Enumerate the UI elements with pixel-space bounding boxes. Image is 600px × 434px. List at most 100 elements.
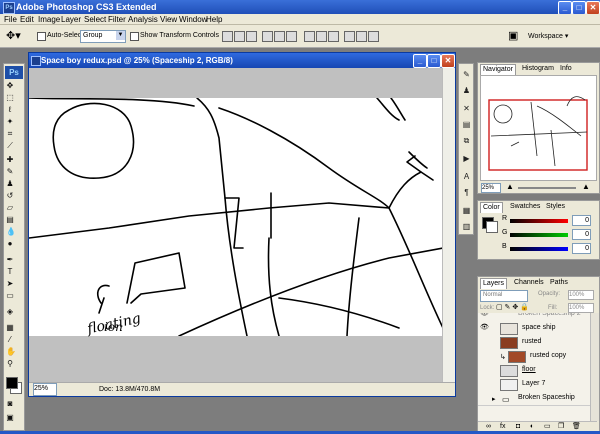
tab-histogram[interactable]: Histogram: [520, 64, 556, 74]
path-selection-tool-icon[interactable]: ➤: [6, 280, 14, 288]
history-brush-tool-icon[interactable]: ↺: [6, 192, 14, 200]
clone-stamp-tool-icon[interactable]: ♟: [6, 180, 14, 188]
menu-edit[interactable]: Edit: [20, 14, 34, 25]
actions-panel-icon[interactable]: ▶: [462, 154, 471, 163]
close-button[interactable]: ✕: [586, 1, 600, 15]
layer-row[interactable]: ▸ ▭ Broken Spaceship: [478, 391, 590, 406]
eyedropper-tool-icon[interactable]: ⁄: [6, 336, 14, 344]
crop-tool-icon[interactable]: ⌗: [6, 130, 14, 138]
menu-file[interactable]: File: [4, 14, 17, 25]
menu-layer[interactable]: Layer: [61, 14, 81, 25]
info-panel-icon[interactable]: ▦: [462, 206, 471, 215]
zoom-out-icon[interactable]: ▲: [506, 182, 514, 191]
tab-swatches[interactable]: Swatches: [508, 202, 542, 212]
tab-paths[interactable]: Paths: [548, 278, 570, 288]
document-close-button[interactable]: ✕: [441, 54, 455, 68]
eye-icon[interactable]: 👁: [480, 338, 488, 345]
menu-view[interactable]: View: [160, 14, 177, 25]
tab-channels[interactable]: Channels: [512, 278, 546, 288]
lasso-tool-icon[interactable]: ℓ: [6, 106, 14, 114]
tab-info[interactable]: Info: [558, 64, 574, 74]
magic-wand-tool-icon[interactable]: ✦: [6, 118, 14, 126]
brushes-panel-icon[interactable]: ✎: [462, 70, 471, 79]
tab-styles[interactable]: Styles: [544, 202, 567, 212]
notes-tool-icon[interactable]: ▦: [6, 324, 14, 332]
eye-icon[interactable]: 👁: [480, 324, 489, 331]
red-value-field[interactable]: 0: [572, 215, 591, 226]
blue-slider[interactable]: [510, 247, 568, 251]
green-value-field[interactable]: 0: [572, 229, 591, 240]
layers-scrollbar[interactable]: [590, 313, 599, 421]
align-right-icon[interactable]: [286, 31, 297, 42]
distribute-bottom-icon[interactable]: [328, 31, 339, 42]
eye-icon[interactable]: 👁: [480, 313, 489, 317]
document-maximize-button[interactable]: □: [427, 54, 441, 68]
pen-tool-icon[interactable]: ✒: [6, 256, 14, 264]
minimize-button[interactable]: _: [558, 1, 572, 15]
red-slider[interactable]: [510, 219, 568, 223]
lock-icons[interactable]: ▢ ✎ ✥ 🔒: [496, 303, 529, 311]
healing-brush-tool-icon[interactable]: ✚: [6, 156, 14, 164]
opacity-field[interactable]: 100%: [568, 290, 594, 300]
gradient-tool-icon[interactable]: ▤: [6, 216, 14, 224]
workspace-menu[interactable]: Workspace ▾: [528, 32, 568, 40]
quick-mask-icon[interactable]: ◙: [6, 400, 14, 408]
blue-value-field[interactable]: 0: [572, 243, 591, 254]
menu-select[interactable]: Select: [84, 14, 106, 25]
align-bottom-icon[interactable]: [246, 31, 257, 42]
paragraph-panel-icon[interactable]: ¶: [462, 188, 471, 197]
hand-tool-icon[interactable]: ✋: [6, 348, 16, 356]
shape-tool-icon[interactable]: ▭: [6, 292, 14, 300]
zoom-tool-icon[interactable]: ⚲: [6, 360, 14, 368]
align-hcenter-icon[interactable]: [274, 31, 285, 42]
distribute-left-icon[interactable]: [344, 31, 355, 42]
menu-filter[interactable]: Filter: [108, 14, 126, 25]
align-top-icon[interactable]: [222, 31, 233, 42]
menu-window[interactable]: Window: [179, 14, 207, 25]
fill-field[interactable]: 100%: [568, 303, 594, 313]
expand-triangle-icon[interactable]: ▸: [492, 393, 496, 407]
screen-mode-icon[interactable]: ▣: [6, 414, 14, 422]
marquee-tool-icon[interactable]: ⬚: [6, 94, 14, 102]
history-panel-icon[interactable]: ⧉: [462, 136, 471, 145]
dodge-tool-icon[interactable]: ●: [6, 240, 14, 248]
layer-row[interactable]: ↳ rusted copy: [478, 349, 590, 364]
menu-image[interactable]: Image: [38, 14, 60, 25]
foreground-color-swatch[interactable]: [6, 377, 18, 389]
canvas[interactable]: floating ion: [29, 98, 443, 337]
menu-analysis[interactable]: Analysis: [128, 14, 158, 25]
move-tool-icon[interactable]: ✥▾: [6, 29, 21, 42]
brush-tool-icon[interactable]: ✎: [6, 168, 14, 176]
slice-tool-icon[interactable]: ⟋: [6, 142, 14, 150]
distribute-hcenter-icon[interactable]: [356, 31, 367, 42]
navigator-preview[interactable]: [480, 75, 597, 181]
bridge-icon[interactable]: ▣: [508, 29, 518, 42]
align-vcenter-icon[interactable]: [234, 31, 245, 42]
navigator-zoom-field[interactable]: 25%: [481, 183, 501, 193]
clone-source-panel-icon[interactable]: ♟: [462, 86, 471, 95]
menu-help[interactable]: Help: [206, 14, 222, 25]
3d-rotate-tool-icon[interactable]: ◈: [6, 308, 14, 316]
color-background-swatch[interactable]: [486, 221, 498, 233]
eraser-tool-icon[interactable]: ▱: [6, 204, 14, 212]
layer-row[interactable]: floor: [478, 363, 590, 378]
layer-comps-panel-icon[interactable]: ▤: [462, 120, 471, 129]
distribute-top-icon[interactable]: [304, 31, 315, 42]
type-tool-icon[interactable]: T: [6, 268, 14, 276]
tab-navigator[interactable]: Navigator: [480, 64, 516, 75]
document-minimize-button[interactable]: _: [413, 54, 427, 68]
canvas-area[interactable]: floating ion: [29, 68, 443, 384]
layer-row[interactable]: Layer 7: [478, 377, 590, 392]
auto-select-checkbox[interactable]: [37, 32, 46, 41]
vertical-scrollbar[interactable]: [442, 68, 455, 384]
character-panel-icon[interactable]: A: [462, 172, 471, 181]
tab-layers[interactable]: Layers: [480, 278, 508, 289]
auto-select-dropdown[interactable]: Group ▼: [80, 30, 126, 43]
navigator-zoom-slider[interactable]: [518, 187, 576, 189]
show-transform-checkbox[interactable]: [130, 32, 139, 41]
green-slider[interactable]: [510, 233, 568, 237]
tool-presets-panel-icon[interactable]: ✕: [462, 104, 471, 113]
tab-color[interactable]: Color: [480, 202, 503, 213]
align-left-icon[interactable]: [262, 31, 273, 42]
zoom-level-field[interactable]: 25%: [33, 383, 57, 396]
